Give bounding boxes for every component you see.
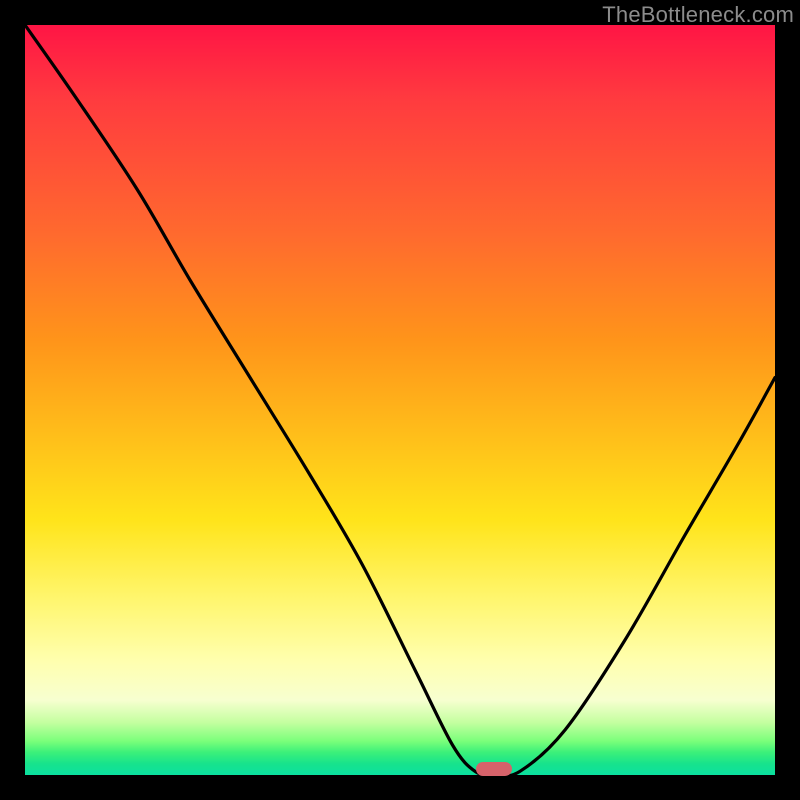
bottleneck-curve-svg <box>25 25 775 775</box>
bottleneck-curve-path <box>25 25 775 775</box>
minimum-marker <box>476 762 512 776</box>
watermark-text: TheBottleneck.com <box>602 2 794 28</box>
chart-frame: TheBottleneck.com <box>0 0 800 800</box>
